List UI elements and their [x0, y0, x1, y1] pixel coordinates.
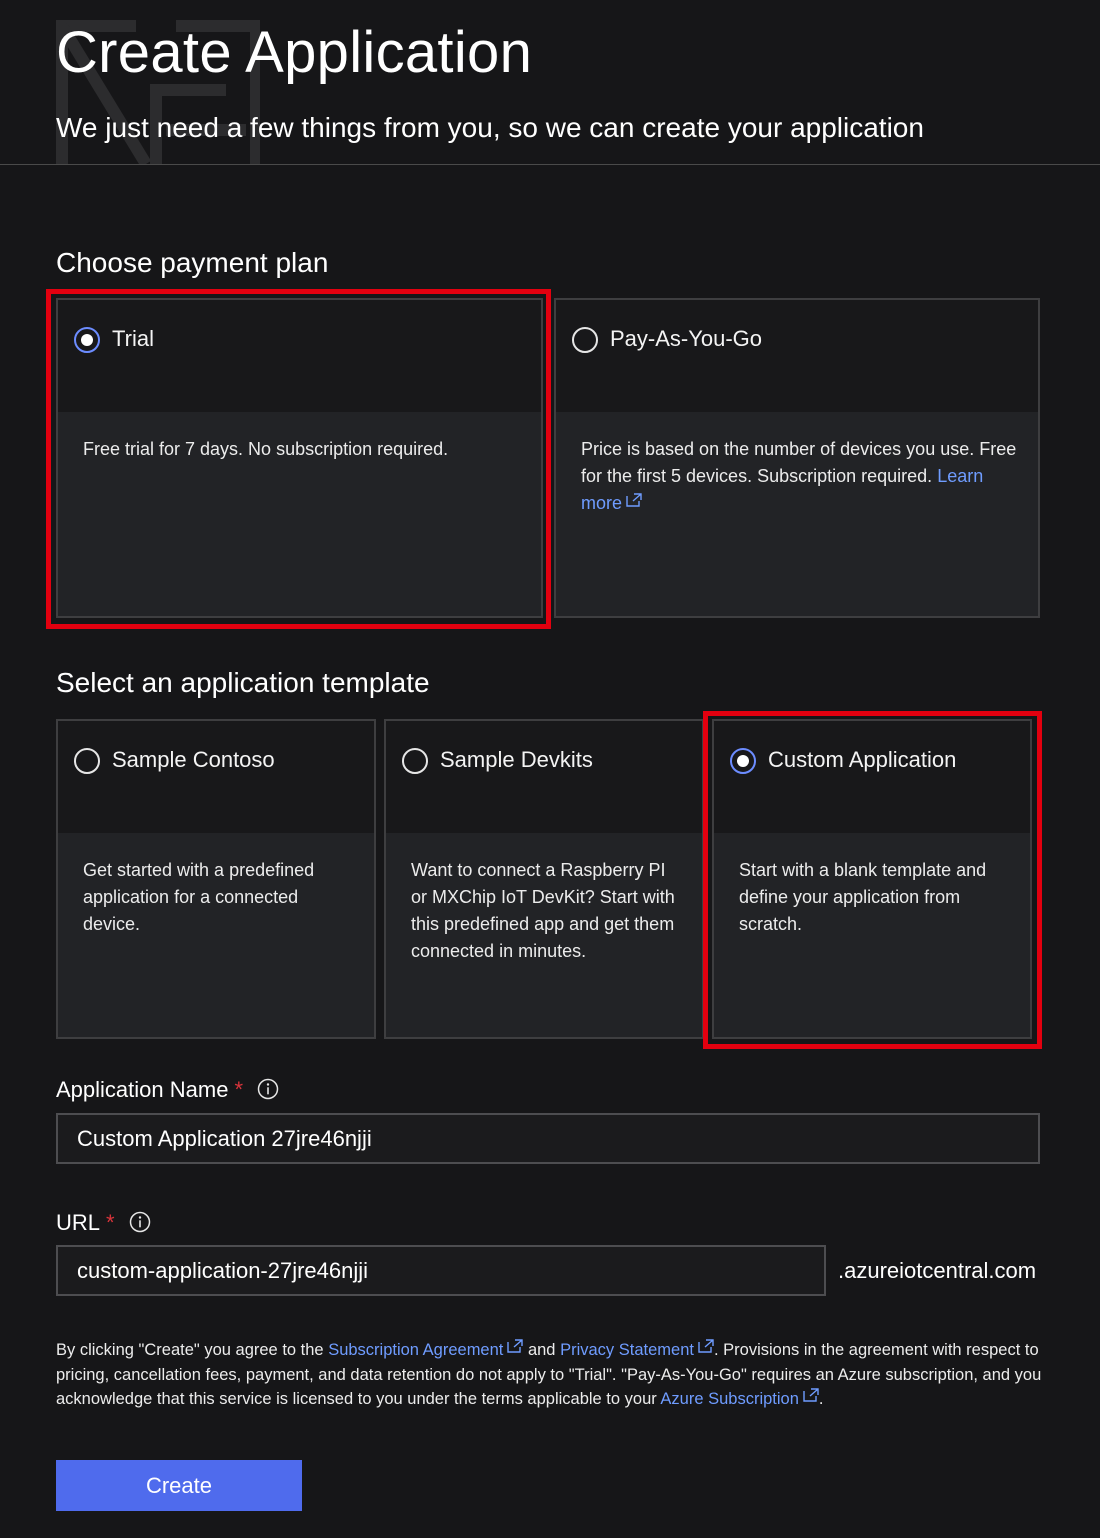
template-option-sample-devkits[interactable]: Sample Devkits Want to connect a Raspber…	[384, 719, 704, 1039]
template-option-description: Want to connect a Raspberry PI or MXChip…	[411, 860, 675, 961]
external-link-icon	[803, 1388, 819, 1402]
template-option-sample-contoso[interactable]: Sample Contoso Get started with a predef…	[56, 719, 376, 1039]
external-link-icon	[698, 1339, 714, 1353]
template-option-label: Custom Application	[768, 747, 957, 772]
create-button[interactable]: Create	[56, 1460, 302, 1511]
required-marker: *	[234, 1077, 243, 1102]
plan-option-description: Free trial for 7 days. No subscription r…	[83, 439, 449, 459]
sample-devkits-radio[interactable]	[402, 748, 428, 774]
template-option-custom-application[interactable]: Custom Application Start with a blank te…	[712, 719, 1032, 1039]
template-option-description: Get started with a predefined applicatio…	[83, 860, 315, 934]
page-header: Create Application We just need a few th…	[0, 0, 1100, 165]
terms-text: By clicking "Create" you agree to the Su…	[56, 1339, 1042, 1408]
create-application-page: Create Application We just need a few th…	[0, 0, 1100, 1538]
plan-option-pay-as-you-go[interactable]: Pay-As-You-Go Price is based on the numb…	[554, 298, 1040, 618]
external-link-icon	[507, 1339, 524, 1353]
trial-radio[interactable]	[74, 327, 100, 353]
payment-plan-heading: Choose payment plan	[56, 247, 329, 278]
template-heading: Select an application template	[56, 667, 430, 698]
privacy-statement-link[interactable]: Privacy Statement	[560, 1339, 714, 1359]
url-domain-suffix: .azureiotcentral.com	[838, 1258, 1037, 1283]
plan-option-description: Price is based on the number of devices …	[581, 439, 1017, 513]
url-input[interactable]	[56, 1245, 826, 1296]
info-icon[interactable]	[129, 1211, 151, 1233]
external-link-icon	[626, 493, 642, 507]
plan-option-label: Trial	[112, 326, 154, 351]
template-option-description: Start with a blank template and define y…	[739, 860, 987, 934]
required-marker: *	[106, 1210, 115, 1235]
azure-subscription-link[interactable]: Azure Subscription	[660, 1388, 819, 1408]
info-icon[interactable]	[257, 1078, 279, 1100]
url-label: URL *	[56, 1208, 151, 1238]
app-name-input[interactable]	[56, 1113, 1040, 1164]
page-subtitle: We just need a few things from you, so w…	[56, 112, 924, 143]
pay-as-you-go-radio[interactable]	[572, 327, 598, 353]
template-option-label: Sample Devkits	[440, 747, 593, 772]
app-name-label: Application Name *	[56, 1075, 279, 1105]
plan-option-trial[interactable]: Trial Free trial for 7 days. No subscrip…	[56, 298, 543, 618]
custom-application-radio[interactable]	[730, 748, 756, 774]
plan-option-label: Pay-As-You-Go	[610, 326, 763, 351]
page-title: Create Application	[56, 20, 533, 85]
sample-contoso-radio[interactable]	[74, 748, 100, 774]
subscription-agreement-link[interactable]: Subscription Agreement	[328, 1339, 524, 1359]
template-option-label: Sample Contoso	[112, 747, 275, 772]
